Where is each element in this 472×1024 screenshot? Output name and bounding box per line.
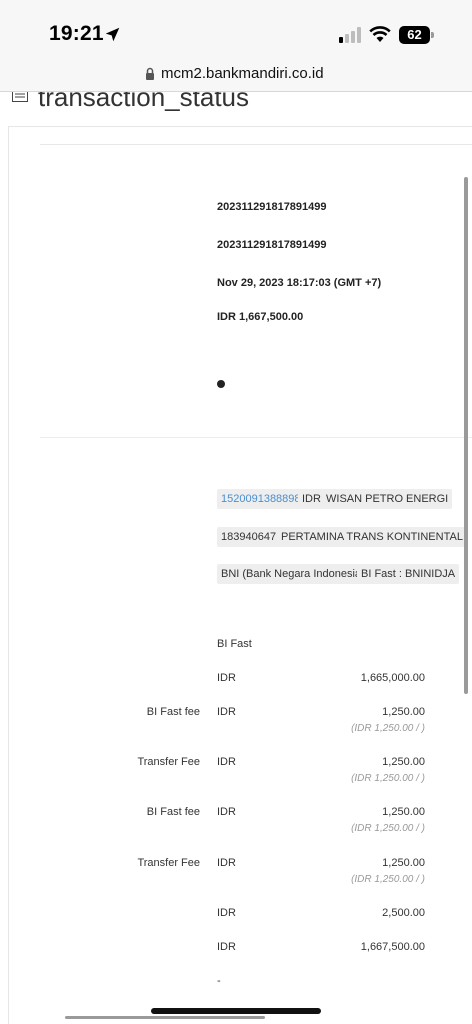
fee-equivalent: (IDR 1,250.00 / ) xyxy=(351,823,425,834)
fee-currency: IDR xyxy=(217,756,236,768)
page-title: transaction_status xyxy=(38,92,250,112)
beneficiary-account-tag: 183940647 xyxy=(217,527,281,547)
status-time: 19:21 xyxy=(49,22,104,45)
status-dot xyxy=(217,380,225,388)
remark: - xyxy=(217,975,221,987)
fee-label: BI Fast fee xyxy=(146,706,200,718)
page-header: transaction_status xyxy=(0,92,472,126)
browser-url-bar[interactable]: mcm2.bankmandiri.co.id xyxy=(0,60,472,92)
source-name-tag: WISAN PETRO ENERGI xyxy=(322,489,453,509)
battery-tip xyxy=(431,32,434,38)
transfer-type: BI Fast xyxy=(217,638,252,650)
url-text[interactable]: mcm2.bankmandiri.co.id xyxy=(161,65,324,82)
list-icon xyxy=(12,92,28,102)
fee-label: Transfer Fee xyxy=(137,857,200,869)
bank-name-tag: BNI (Bank Negara Indonesia) xyxy=(217,564,369,584)
fee-label: Transfer Fee xyxy=(137,756,200,768)
fee-amount: 1,250.00 xyxy=(382,857,425,869)
total-fee-amount: 2,500.00 xyxy=(382,907,425,919)
fee-amount: 1,250.00 xyxy=(382,756,425,768)
transaction-datetime: Nov 29, 2023 18:17:03 (GMT +7) xyxy=(217,277,382,289)
location-arrow-icon xyxy=(105,27,120,42)
principal-amount: 1,665,000.00 xyxy=(360,672,425,684)
beneficiary-name-tag: PERTAMINA TRANS KONTINENTAL xyxy=(277,527,467,547)
source-currency-tag: IDR xyxy=(298,489,325,509)
principal-currency: IDR xyxy=(217,672,236,684)
battery-level: 62 xyxy=(399,26,430,44)
fee-amount: 1,250.00 xyxy=(382,706,425,718)
wifi-icon xyxy=(369,26,391,42)
fee-label: BI Fast fee xyxy=(146,806,200,818)
total-fee-currency: IDR xyxy=(217,907,236,919)
lock-icon xyxy=(146,67,154,80)
divider xyxy=(40,144,472,145)
fee-amount: 1,250.00 xyxy=(382,806,425,818)
reference-number: 202311291817891499 xyxy=(217,201,327,213)
grand-total-currency: IDR xyxy=(217,941,236,953)
fee-currency: IDR xyxy=(217,857,236,869)
fee-equivalent: (IDR 1,250.00 / ) xyxy=(351,723,425,734)
divider xyxy=(40,437,472,438)
source-account-link[interactable]: 1520091388898 xyxy=(217,489,305,509)
fee-equivalent: (IDR 1,250.00 / ) xyxy=(351,874,425,885)
transaction-id: 202311291817891499 xyxy=(217,239,327,251)
battery-icon: 62 xyxy=(399,26,435,44)
vertical-scrollbar[interactable] xyxy=(464,177,468,694)
horizontal-scrollbar[interactable] xyxy=(65,1016,265,1019)
transaction-amount: IDR 1,667,500.00 xyxy=(217,311,304,323)
fee-currency: IDR xyxy=(217,706,236,718)
cellular-signal-icon xyxy=(339,27,361,43)
status-bar: 19:21 62 xyxy=(0,0,472,60)
home-indicator[interactable] xyxy=(151,1008,321,1014)
fee-equivalent: (IDR 1,250.00 / ) xyxy=(351,773,425,784)
fee-currency: IDR xyxy=(217,806,236,818)
grand-total-amount: 1,667,500.00 xyxy=(360,941,425,953)
bank-code-tag: BI Fast : BNINIDJA xyxy=(357,564,460,584)
screen: 19:21 62 mcm2.bankmandiri.co.id transact… xyxy=(0,0,472,1024)
